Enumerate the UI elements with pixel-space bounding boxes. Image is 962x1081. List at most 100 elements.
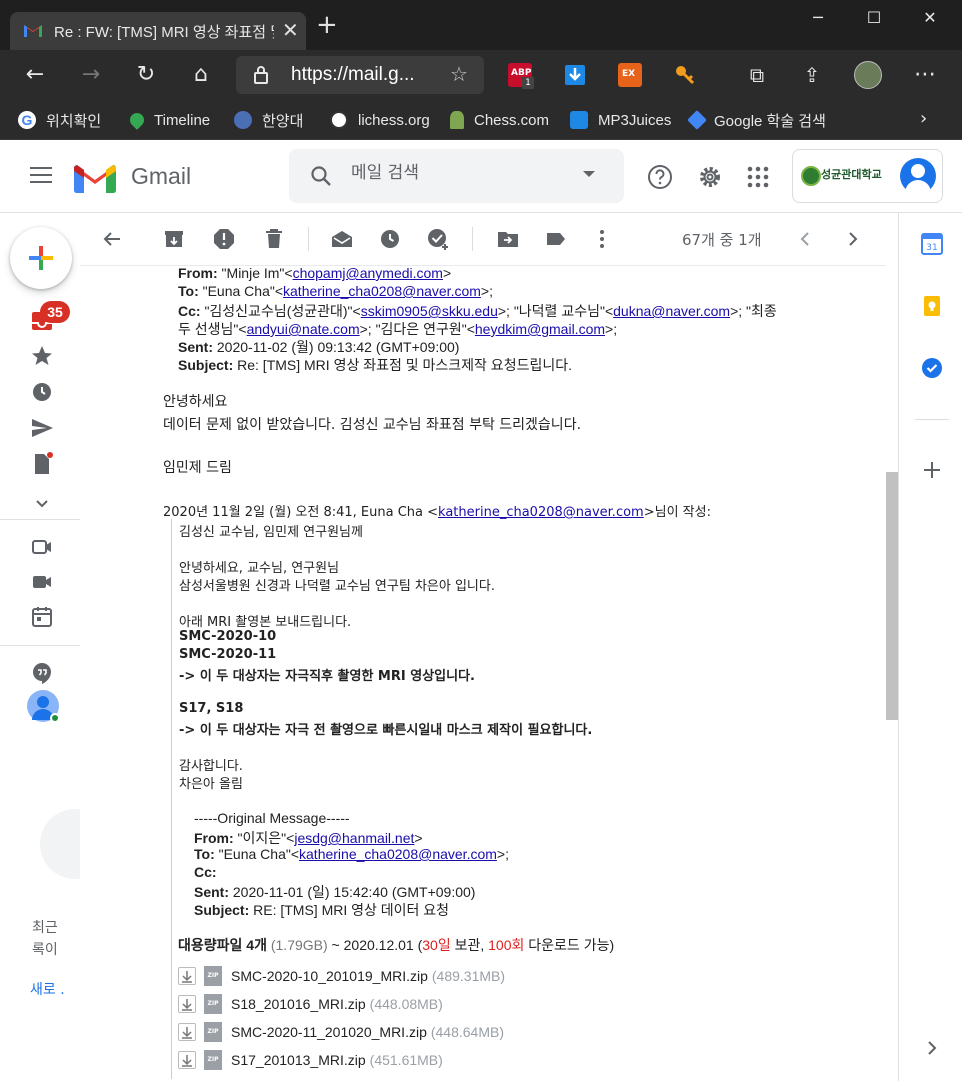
search-bar[interactable]	[289, 149, 624, 203]
pawn-icon	[450, 111, 464, 129]
bookmark-item[interactable]: 한양대	[234, 108, 303, 132]
add-app-plus-icon[interactable]	[921, 459, 943, 481]
attachment-size: (448.64MB)	[430, 1024, 505, 1040]
expand-panel-chevron-icon[interactable]	[921, 1037, 943, 1059]
download-ext-icon[interactable]	[563, 63, 587, 87]
home-icon[interactable]: ⌂	[188, 62, 214, 88]
snoozed-clock-icon[interactable]	[30, 380, 54, 404]
hangouts-icon[interactable]	[30, 661, 54, 685]
attachment-name[interactable]: S18_201016_MRI.zip	[231, 996, 366, 1012]
attachment-row[interactable]: ZIP S18_201016_MRI.zip (448.08MB)	[178, 993, 443, 1015]
help-icon[interactable]	[646, 163, 674, 191]
download-icon[interactable]	[178, 1051, 196, 1069]
bookmark-item[interactable]: Google 학술 검색	[687, 108, 826, 132]
from-email-link[interactable]: chopamj@anymedi.com	[293, 265, 443, 281]
tasks-app-icon[interactable]	[921, 357, 943, 379]
maximize-icon[interactable]: ☐	[854, 8, 894, 32]
bookmarks-overflow-icon[interactable]: ›	[920, 108, 927, 129]
settings-gear-icon[interactable]	[696, 163, 724, 191]
orig-from-email-link[interactable]: jesdg@hanmail.net	[294, 830, 414, 846]
download-icon[interactable]	[178, 967, 196, 985]
keep-app-icon[interactable]	[921, 295, 943, 317]
older-chevron-icon[interactable]	[840, 227, 864, 251]
forward-icon[interactable]: →	[78, 62, 104, 88]
bookmark-item[interactable]: MP3Juices	[570, 108, 671, 132]
calendar-icon[interactable]	[30, 605, 54, 629]
search-icon[interactable]	[309, 164, 333, 188]
back-to-inbox-icon[interactable]	[100, 227, 124, 251]
calendar-app-icon[interactable]: 31	[921, 233, 943, 255]
archive-icon[interactable]	[162, 227, 186, 251]
tab-close-icon[interactable]: ✕	[282, 18, 299, 42]
meet-video-icon[interactable]	[30, 535, 54, 559]
download-icon[interactable]	[178, 995, 196, 1013]
bookmark-star-icon[interactable]: ☆	[450, 62, 468, 86]
attachment-size: (489.31MB)	[431, 968, 506, 984]
new-tab-icon[interactable]: +	[316, 12, 338, 38]
rail-new-link[interactable]: 새로 .	[30, 979, 65, 999]
attachment-name[interactable]: SMC-2020-11_201020_MRI.zip	[231, 1024, 427, 1040]
account-avatar[interactable]	[900, 158, 936, 194]
label-icon[interactable]	[544, 227, 568, 251]
more-menu-icon[interactable]: ⋯	[912, 62, 938, 88]
bookmark-item[interactable]: G 위치확인	[18, 108, 101, 132]
minimize-icon[interactable]: ─	[798, 8, 838, 32]
back-icon[interactable]: ←	[22, 62, 48, 88]
more-chevron-icon[interactable]	[30, 491, 54, 515]
bookmark-item[interactable]: Timeline	[127, 108, 210, 132]
profile-avatar[interactable]	[854, 61, 882, 89]
window-close-icon[interactable]: ✕	[910, 8, 950, 32]
attachment-row[interactable]: ZIP SMC-2020-10_201019_MRI.zip (489.31MB…	[178, 965, 505, 987]
quote-email-link[interactable]: katherine_cha0208@naver.com	[438, 505, 644, 520]
sent-icon[interactable]	[30, 416, 54, 440]
newer-chevron-icon[interactable]	[794, 227, 818, 251]
attachment-size: (451.61MB)	[369, 1052, 443, 1068]
address-bar[interactable]: https://mail.g... ☆	[236, 56, 484, 94]
mark-unread-icon[interactable]	[330, 227, 354, 251]
drafts-icon[interactable]	[30, 452, 54, 476]
browser-tab[interactable]: Re : FW: [TMS] MRI 영상 좌표점 및 ✕	[10, 12, 306, 50]
quote-text: SMC-2020-11	[179, 647, 277, 662]
add-to-tasks-icon[interactable]	[426, 227, 450, 251]
quote-text: S17, S18	[179, 701, 244, 716]
abp-icon[interactable]: ABP 1	[508, 63, 534, 89]
report-spam-icon[interactable]	[212, 227, 236, 251]
account-switcher[interactable]: 성균관대학교	[792, 149, 943, 203]
attachment-name[interactable]: SMC-2020-10_201019_MRI.zip	[231, 968, 428, 984]
starred-icon[interactable]	[30, 344, 54, 368]
zip-file-icon: ZIP	[204, 994, 222, 1014]
search-options-icon[interactable]	[583, 171, 595, 177]
move-to-icon[interactable]	[496, 227, 520, 251]
bookmark-item[interactable]: lichess.org	[330, 108, 430, 132]
ex-icon[interactable]: EX	[618, 63, 642, 87]
cc-email-link[interactable]: dukna@naver.com	[613, 303, 730, 319]
snooze-clock-icon[interactable]	[378, 227, 402, 251]
camera-icon[interactable]	[30, 570, 54, 594]
reload-icon[interactable]: ↻	[133, 62, 159, 88]
more-options-icon[interactable]	[590, 227, 614, 251]
user-avatar[interactable]	[27, 690, 60, 723]
search-input[interactable]	[351, 163, 571, 183]
share-icon[interactable]: ⇪	[799, 62, 825, 88]
download-icon[interactable]	[178, 1023, 196, 1041]
attachment-name[interactable]: S17_201013_MRI.zip	[231, 1052, 366, 1068]
attachment-row[interactable]: ZIP SMC-2020-11_201020_MRI.zip (448.64MB…	[178, 1021, 504, 1043]
orig-to-email-link[interactable]: katherine_cha0208@naver.com	[299, 846, 497, 862]
to-email-link[interactable]: katherine_cha0208@naver.com	[283, 283, 481, 299]
compose-button[interactable]	[10, 227, 72, 289]
attachment-row[interactable]: ZIP S17_201013_MRI.zip (451.61MB)	[178, 1049, 443, 1071]
side-panel-divider	[915, 419, 949, 420]
apps-grid-icon[interactable]	[744, 163, 772, 191]
collections-icon[interactable]: ⧉	[744, 62, 770, 88]
bookmark-item[interactable]: Chess.com	[450, 108, 549, 132]
orig-from-line: From: "이지은"<jesdg@hanmail.net>	[194, 830, 423, 846]
main-menu-icon[interactable]	[30, 167, 52, 185]
signature-text: 임민제 드림	[163, 460, 232, 476]
orig-cc-line: Cc:	[194, 864, 217, 880]
cc-email-link[interactable]: sskim0905@skku.edu	[361, 303, 498, 319]
delete-trash-icon[interactable]	[262, 227, 286, 251]
scrollbar-thumb[interactable]	[886, 472, 898, 720]
cc-email-link[interactable]: heydkim@gmail.com	[475, 321, 605, 337]
key-icon[interactable]	[673, 63, 697, 87]
cc-email-link[interactable]: andyui@nate.com	[247, 321, 360, 337]
